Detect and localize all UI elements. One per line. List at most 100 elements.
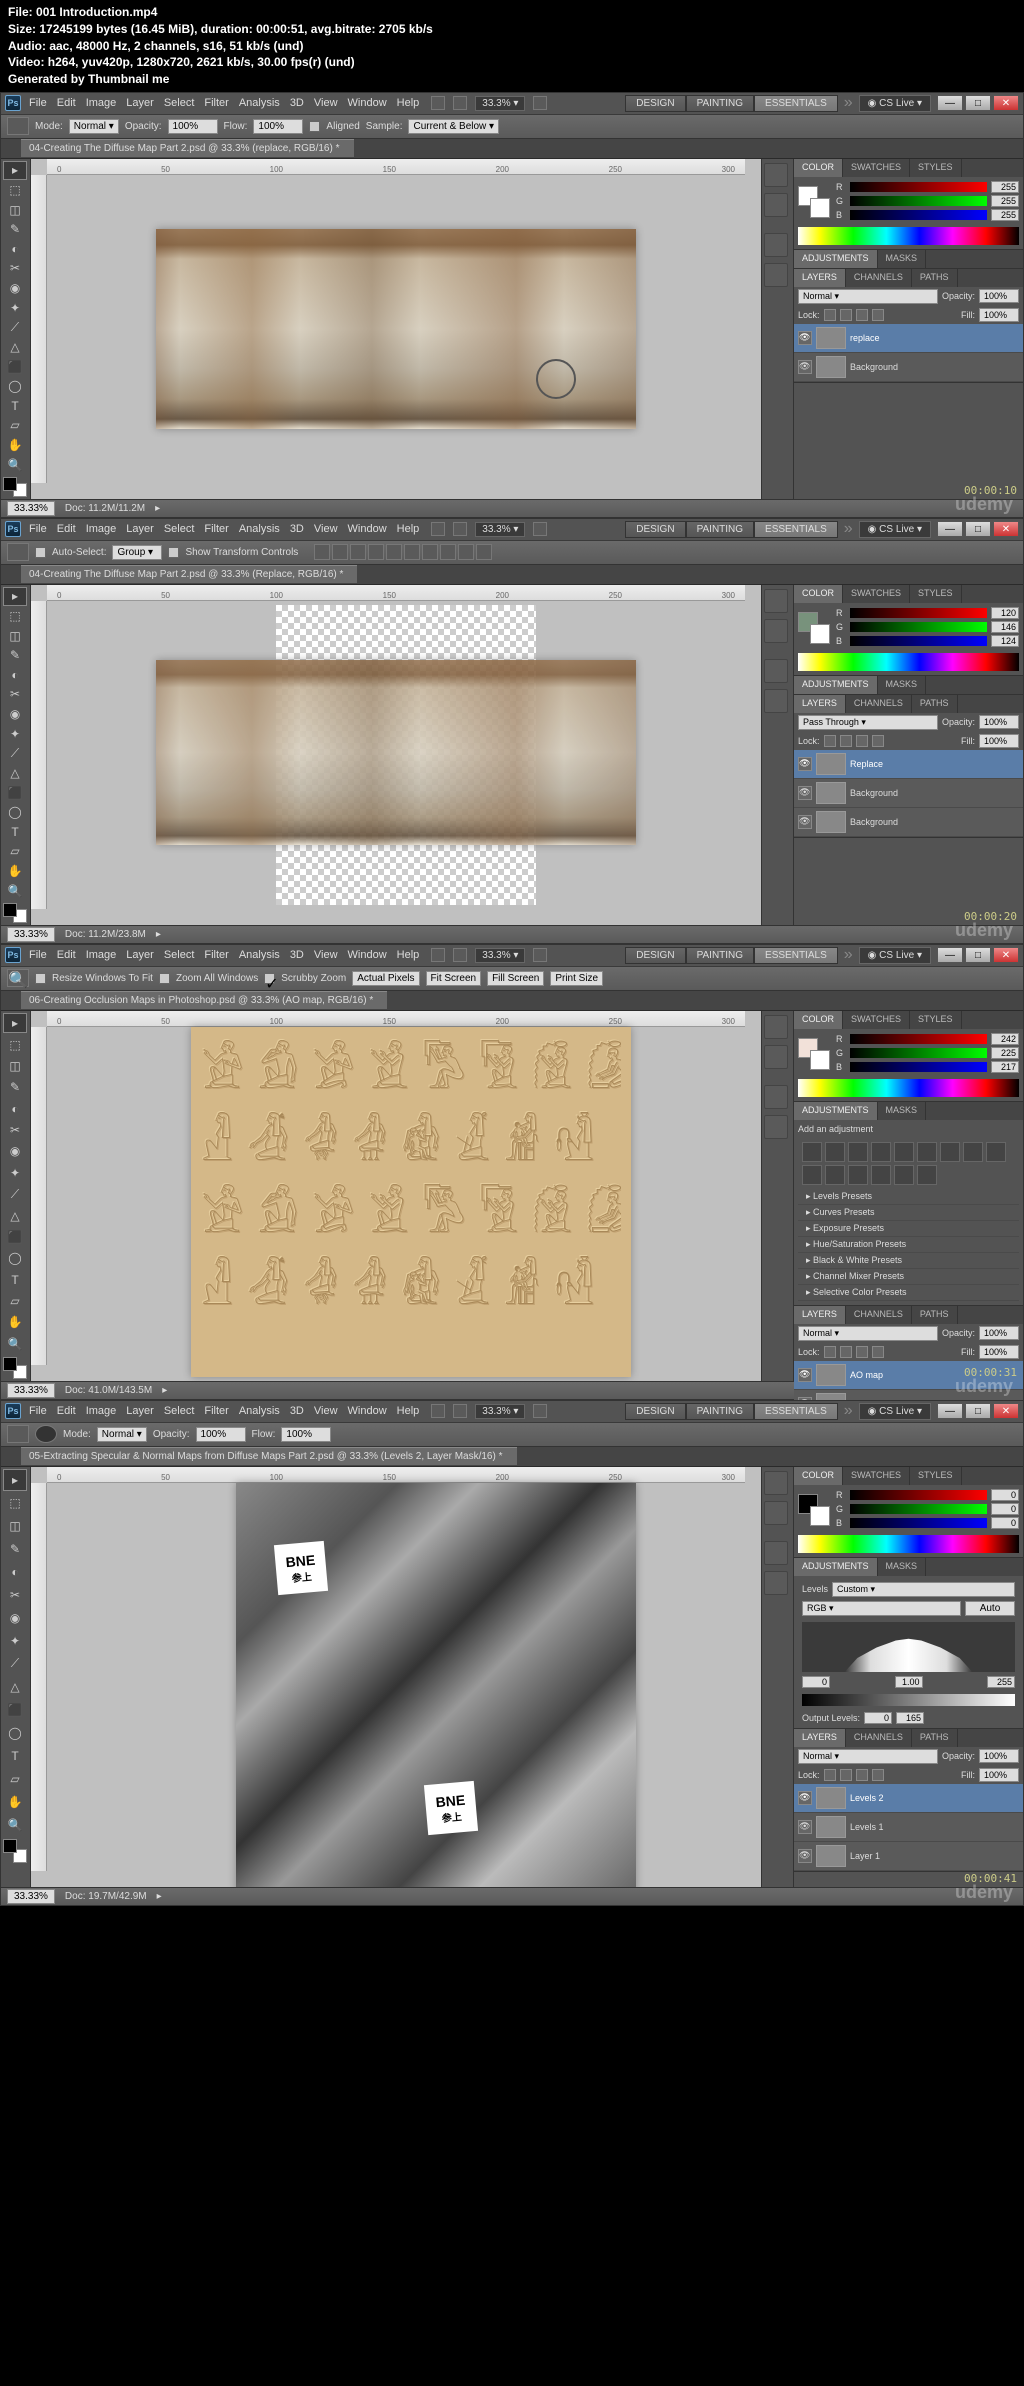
- align-icon[interactable]: [314, 544, 330, 560]
- layer-row[interactable]: 👁 Levels 2: [794, 1784, 1023, 1813]
- adjustment-icon-2[interactable]: [848, 1142, 868, 1162]
- char-icon[interactable]: [764, 659, 788, 683]
- actions-icon[interactable]: [764, 1045, 788, 1069]
- cs-live-button[interactable]: ◉ CS Live ▾: [859, 947, 931, 964]
- canvas-area[interactable]: 050100150200250300: [31, 159, 761, 499]
- screen-mode-icon[interactable]: [453, 948, 467, 962]
- menu-select[interactable]: Select: [164, 949, 195, 961]
- close-button[interactable]: ✕: [993, 1403, 1019, 1419]
- tool-9[interactable]: △: [3, 1676, 27, 1698]
- visibility-icon[interactable]: 👁: [798, 1820, 812, 1834]
- lock-all-icon[interactable]: [872, 1769, 884, 1781]
- brush-preview-icon[interactable]: [35, 1425, 57, 1443]
- layer-thumbnail[interactable]: [816, 356, 846, 378]
- minimize-button[interactable]: —: [937, 1403, 963, 1419]
- fill-screen-button[interactable]: Fill Screen: [487, 971, 544, 986]
- channel-dropdown[interactable]: RGB ▾: [802, 1601, 961, 1616]
- workspace-tab-painting[interactable]: PAINTING: [686, 95, 754, 112]
- menu-help[interactable]: Help: [397, 949, 420, 961]
- tool-10[interactable]: ⬛: [3, 783, 27, 802]
- menu-analysis[interactable]: Analysis: [239, 1405, 280, 1417]
- tool-9[interactable]: △: [3, 764, 27, 783]
- menu-image[interactable]: Image: [86, 1405, 117, 1417]
- canvas-area[interactable]: 050100150200250300: [31, 585, 761, 925]
- menu-file[interactable]: File: [29, 1405, 47, 1417]
- tool-3[interactable]: ✎: [3, 220, 27, 239]
- adjustment-icon-8[interactable]: [986, 1142, 1006, 1162]
- tool-5[interactable]: ✂: [3, 259, 27, 278]
- tool-3[interactable]: ✎: [3, 1077, 27, 1097]
- adjustment-icon-0[interactable]: [802, 1142, 822, 1162]
- tool-4[interactable]: ◐: [3, 239, 27, 258]
- output-level[interactable]: 0: [864, 1712, 892, 1724]
- tool-12[interactable]: T: [3, 1745, 27, 1767]
- para-icon[interactable]: [764, 689, 788, 713]
- layer-name[interactable]: Levels 1: [850, 1822, 884, 1832]
- menu-3d[interactable]: 3D: [290, 97, 304, 109]
- tool-2[interactable]: ◫: [3, 626, 27, 645]
- actual-pixels-button[interactable]: Actual Pixels: [352, 971, 419, 986]
- tool-14[interactable]: ✋: [3, 1791, 27, 1813]
- history-icon[interactable]: [764, 163, 788, 187]
- color-swatch[interactable]: [798, 1494, 830, 1526]
- workspace-tab-design[interactable]: DESIGN: [625, 947, 685, 964]
- status-zoom[interactable]: 33.33%: [7, 927, 55, 942]
- color-tab[interactable]: COLOR: [794, 159, 843, 177]
- adjustment-icon-11[interactable]: [848, 1165, 868, 1185]
- auto-button[interactable]: Auto: [965, 1601, 1015, 1616]
- menu-select[interactable]: Select: [164, 1405, 195, 1417]
- history-icon[interactable]: [764, 589, 788, 613]
- menu-edit[interactable]: Edit: [57, 97, 76, 109]
- lock-pixels-icon[interactable]: [840, 735, 852, 747]
- menu-edit[interactable]: Edit: [57, 949, 76, 961]
- tool-preset-icon[interactable]: [7, 117, 29, 135]
- levels-preset-dropdown[interactable]: Custom ▾: [832, 1582, 1015, 1597]
- r-slider[interactable]: [850, 1490, 987, 1500]
- opacity-input[interactable]: 100%: [979, 1749, 1019, 1763]
- scrubby-checkbox[interactable]: ✓: [264, 973, 275, 984]
- tool-15[interactable]: 🔍: [3, 1334, 27, 1354]
- tool-6[interactable]: ◉: [3, 1607, 27, 1629]
- align-icon[interactable]: [332, 544, 348, 560]
- autoselect-checkbox[interactable]: [35, 547, 46, 558]
- lock-transparency-icon[interactable]: [824, 1769, 836, 1781]
- workspace-tab-design[interactable]: DESIGN: [625, 95, 685, 112]
- layout-icon[interactable]: [431, 96, 445, 110]
- close-button[interactable]: ✕: [993, 947, 1019, 963]
- spectrum-ramp[interactable]: [798, 1079, 1019, 1097]
- color-swatch[interactable]: [798, 612, 830, 644]
- align-icon[interactable]: [440, 544, 456, 560]
- tool-7[interactable]: ✦: [3, 724, 27, 743]
- menu-window[interactable]: Window: [348, 1405, 387, 1417]
- layer-thumbnail[interactable]: [816, 1364, 846, 1386]
- g-value[interactable]: 225: [991, 1047, 1019, 1059]
- menu-layer[interactable]: Layer: [126, 949, 154, 961]
- tool-0[interactable]: ▸: [3, 1469, 27, 1491]
- menu-layer[interactable]: Layer: [126, 97, 154, 109]
- opacity-input[interactable]: 100%: [979, 715, 1019, 729]
- tool-5[interactable]: ✂: [3, 1120, 27, 1140]
- align-icon[interactable]: [350, 544, 366, 560]
- blend-mode-dropdown[interactable]: Pass Through ▾: [798, 715, 938, 730]
- tool-9[interactable]: △: [3, 338, 27, 357]
- lock-transparency-icon[interactable]: [824, 1346, 836, 1358]
- styles-tab[interactable]: STYLES: [910, 1011, 962, 1029]
- arrange-icon[interactable]: [533, 1404, 547, 1418]
- r-value[interactable]: 0: [991, 1489, 1019, 1501]
- lock-pixels-icon[interactable]: [840, 1346, 852, 1358]
- lock-transparency-icon[interactable]: [824, 735, 836, 747]
- align-icon[interactable]: [368, 544, 384, 560]
- align-icon[interactable]: [422, 544, 438, 560]
- channels-tab[interactable]: CHANNELS: [846, 1306, 912, 1324]
- adjustments-tab[interactable]: ADJUSTMENTS: [794, 1102, 878, 1120]
- workspace-tab-painting[interactable]: PAINTING: [686, 947, 754, 964]
- tool-10[interactable]: ⬛: [3, 1227, 27, 1247]
- spectrum-ramp[interactable]: [798, 653, 1019, 671]
- minimize-button[interactable]: —: [937, 947, 963, 963]
- document-tab[interactable]: 04-Creating The Diffuse Map Part 2.psd @…: [21, 139, 354, 157]
- color-tab[interactable]: COLOR: [794, 1011, 843, 1029]
- tool-preset-icon[interactable]: 🔍: [7, 969, 29, 987]
- menu-select[interactable]: Select: [164, 97, 195, 109]
- document-tab[interactable]: 06-Creating Occlusion Maps in Photoshop.…: [21, 991, 387, 1009]
- maximize-button[interactable]: □: [965, 1403, 991, 1419]
